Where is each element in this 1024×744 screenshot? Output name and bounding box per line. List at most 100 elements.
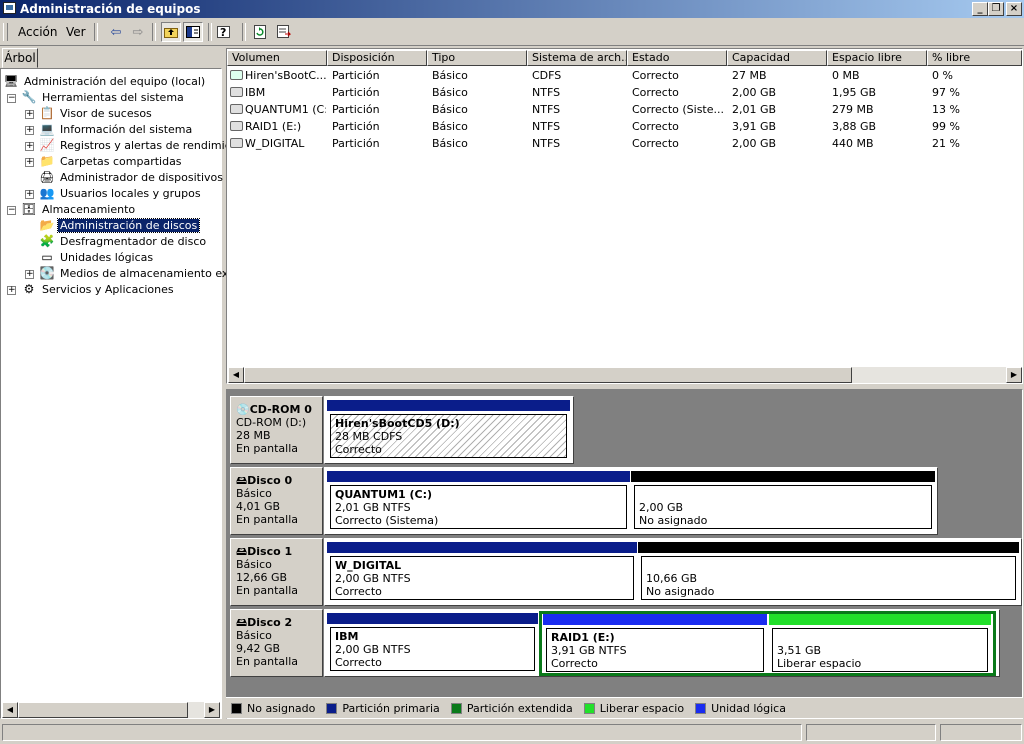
scroll-left-button[interactable]: ◀ — [2, 702, 18, 718]
scroll-right-button[interactable]: ▶ — [1006, 367, 1022, 383]
partition-w-digital[interactable]: W_DIGITAL 2,00 GB NTFS Correcto — [327, 542, 637, 603]
tree-item-root[interactable]: 🖥 Administración del equipo (local) — [3, 73, 207, 89]
extended-partition[interactable]: RAID1 (E:) 3,91 GB NTFS Correcto 3,51 GB… — [539, 611, 996, 676]
volume-layout: Partición — [332, 86, 380, 99]
partition-free-space[interactable]: 3,51 GB Liberar espacio — [769, 614, 991, 673]
expand-toggle[interactable]: + — [25, 270, 34, 279]
column-header-capacidad[interactable]: Capacidad — [727, 50, 827, 66]
partition-ibm[interactable]: IBM 2,00 GB NTFS Correcto — [327, 613, 538, 674]
export-list-icon[interactable] — [274, 22, 294, 42]
table-row[interactable]: RAID1 (E:) Partición Básico NTFS Correct… — [228, 118, 1008, 135]
tree-item-almacenamiento[interactable]: 🗄 Almacenamiento — [21, 201, 137, 217]
column-header-libre[interactable]: Espacio libre — [827, 50, 927, 66]
partition-status: Liberar espacio — [777, 657, 862, 670]
scroll-right-button[interactable]: ▶ — [204, 702, 220, 718]
volume-status: Correcto (Siste... — [632, 103, 724, 116]
column-header-volumen[interactable]: Volumen — [227, 50, 327, 66]
tree-item-admin-discos[interactable]: 📂 Administración de discos — [39, 217, 201, 233]
partition-name: IBM — [335, 630, 359, 643]
refresh-icon[interactable] — [250, 22, 270, 42]
volume-layout: Partición — [332, 69, 380, 82]
volume-status: Correcto — [632, 86, 679, 99]
tree-label: Carpetas compartidas — [60, 154, 182, 168]
disk-label-disco-1[interactable]: 🖴Disco 1 Básico 12,66 GB En pantalla — [230, 538, 323, 606]
expand-toggle[interactable]: + — [7, 286, 16, 295]
expand-toggle[interactable]: + — [25, 142, 34, 151]
legend-item-primary: Partición primaria — [326, 702, 440, 715]
tree-item-usuarios[interactable]: 👥 Usuarios locales y grupos — [39, 185, 203, 201]
help-icon[interactable]: ? — [214, 22, 234, 42]
disk-name: Disco 1 — [247, 545, 293, 558]
partition-quantum1-c[interactable]: QUANTUM1 (C:) 2,01 GB NTFS Correcto (Sis… — [327, 471, 630, 532]
tree-item-unidades[interactable]: ▭ Unidades lógicas — [39, 249, 155, 265]
tree-horizontal-scrollbar[interactable]: ◀ ▶ — [2, 702, 220, 718]
up-folder-icon[interactable] — [161, 22, 181, 42]
column-header-pct[interactable]: % libre — [927, 50, 1022, 66]
table-row[interactable]: Hiren'sBootC... Partición Básico CDFS Co… — [228, 67, 1008, 84]
expand-toggle[interactable]: + — [25, 190, 34, 199]
disk-line: CD-ROM (D:) — [236, 416, 307, 429]
column-header-sistema[interactable]: Sistema de arch... — [527, 50, 627, 66]
partition-raid1-e[interactable]: RAID1 (E:) 3,91 GB NTFS Correcto — [543, 614, 767, 673]
menu-ver[interactable]: Ver — [66, 25, 86, 39]
column-header-disposicion[interactable]: Disposición — [327, 50, 427, 66]
volume-name: IBM — [230, 86, 326, 99]
status-pane-2 — [806, 724, 936, 741]
partition-bar — [631, 471, 935, 482]
partition-cdrom-d[interactable]: Hiren'sBootCD5 (D:) 28 MB CDFS Correcto — [327, 400, 570, 461]
scroll-thumb[interactable] — [244, 367, 852, 383]
show-hide-tree-icon[interactable] — [183, 22, 203, 42]
disk-label-disco-2[interactable]: 🖴Disco 2 Básico 9,42 GB En pantalla — [230, 609, 323, 677]
tree-item-registros[interactable]: 📈 Registros y alertas de rendimiento — [39, 137, 251, 153]
drive-icon — [230, 87, 243, 97]
collapse-toggle[interactable]: − — [7, 94, 16, 103]
volume-fs: NTFS — [532, 86, 561, 99]
disk-line: Básico — [236, 487, 272, 500]
tree-label: Administración de discos — [56, 217, 201, 233]
tree-item-servicios[interactable]: ⚙ Servicios y Aplicaciones — [21, 281, 176, 297]
users-group-icon: 👥 — [39, 186, 55, 200]
volume-capacity: 27 MB — [732, 69, 767, 82]
tree-item-visor[interactable]: 📋 Visor de sucesos — [39, 105, 154, 121]
system-info-icon: 💻 — [39, 122, 55, 136]
legend-item-extended: Partición extendida — [450, 702, 573, 715]
volume-status: Correcto — [632, 137, 679, 150]
column-header-estado[interactable]: Estado — [627, 50, 727, 66]
partition-unallocated[interactable]: 2,00 GB No asignado — [631, 471, 935, 532]
disk-label-cdrom[interactable]: 💿CD-ROM 0 CD-ROM (D:) 28 MB En pantalla — [230, 396, 323, 464]
tree-item-desfragmentador[interactable]: 🧩 Desfragmentador de disco — [39, 233, 208, 249]
partition-size: 10,66 GB — [646, 572, 698, 585]
partition-name: Hiren'sBootCD5 (D:) — [335, 417, 460, 430]
partition-size: 2,01 GB NTFS — [335, 501, 411, 514]
volume-type: Básico — [432, 69, 468, 82]
back-arrow-icon[interactable]: ⇦ — [106, 22, 126, 42]
table-row[interactable]: QUANTUM1 (C:) Partición Básico NTFS Corr… — [228, 101, 1008, 118]
table-row[interactable]: W_DIGITAL Partición Básico NTFS Correcto… — [228, 135, 1008, 152]
disk-size: 12,66 GB — [236, 571, 288, 584]
partition-size: 3,91 GB NTFS — [551, 644, 627, 657]
volume-free: 440 MB — [832, 137, 874, 150]
column-header-tipo[interactable]: Tipo — [427, 50, 527, 66]
partition-unallocated[interactable]: 10,66 GB No asignado — [638, 542, 1019, 603]
list-horizontal-scrollbar[interactable]: ◀ ▶ — [228, 367, 1022, 383]
menu-accion[interactable]: Acción — [18, 25, 57, 39]
tree-item-carpetas[interactable]: 📁 Carpetas compartidas — [39, 153, 184, 169]
scroll-thumb[interactable] — [18, 702, 188, 718]
tab-arbol[interactable]: Árbol — [2, 48, 38, 68]
forward-arrow-icon[interactable]: ⇨ — [128, 22, 148, 42]
collapse-toggle[interactable]: − — [7, 206, 16, 215]
close-button[interactable]: × — [1006, 2, 1022, 16]
expand-toggle[interactable]: + — [25, 126, 34, 135]
partition-bar — [327, 613, 538, 624]
scroll-left-button[interactable]: ◀ — [228, 367, 244, 383]
partition-size: 2,00 GB NTFS — [335, 572, 411, 585]
restore-button[interactable]: ❐ — [988, 2, 1004, 16]
tree-item-informacion[interactable]: 💻 Información del sistema — [39, 121, 194, 137]
expand-toggle[interactable]: + — [25, 110, 34, 119]
table-row[interactable]: IBM Partición Básico NTFS Correcto 2,00 … — [228, 84, 1008, 101]
minimize-button[interactable]: _ — [972, 2, 988, 16]
tree-item-herramientas[interactable]: 🔧 Herramientas del sistema — [21, 89, 186, 105]
expand-toggle[interactable]: + — [25, 158, 34, 167]
disk-label-disco-0[interactable]: 🖴Disco 0 Básico 4,01 GB En pantalla — [230, 467, 323, 535]
tree-item-admin-dispositivos[interactable]: 🖨 Administrador de dispositivos — [39, 169, 225, 185]
